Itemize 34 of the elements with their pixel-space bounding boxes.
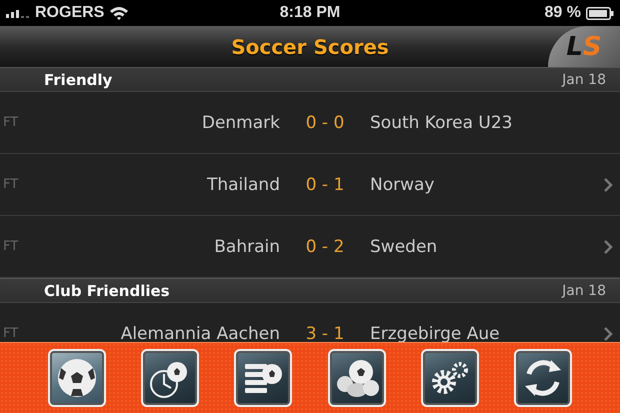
match-status: FT bbox=[2, 239, 20, 254]
match-status: FT bbox=[2, 177, 20, 192]
battery-icon bbox=[586, 6, 614, 20]
match-score: 0 - 0 bbox=[304, 112, 346, 132]
gears-tab[interactable] bbox=[422, 350, 478, 406]
screen-title: Soccer Scores bbox=[231, 34, 389, 58]
league-name: Friendly bbox=[44, 70, 112, 88]
wifi-icon bbox=[109, 6, 130, 20]
home-team: Denmark bbox=[200, 112, 280, 132]
app-logo: LS bbox=[548, 26, 620, 67]
home-team: Alemannia Aachen bbox=[120, 324, 280, 342]
carrier-name: ROGERS bbox=[35, 4, 104, 22]
clock-time: 8:18 PM bbox=[280, 4, 340, 22]
balls-tab[interactable] bbox=[328, 350, 385, 406]
home-team: Thailand bbox=[206, 174, 280, 194]
signal-icon bbox=[6, 8, 30, 18]
section-date: Jan 18 bbox=[562, 282, 606, 298]
match-score: 3 - 1 bbox=[304, 324, 346, 342]
match-status: FT bbox=[2, 115, 20, 130]
away-team: Erzgebirge Aue bbox=[370, 324, 501, 342]
ball-tab[interactable] bbox=[48, 350, 105, 406]
match-score: 0 - 1 bbox=[304, 174, 346, 194]
refresh-tab[interactable] bbox=[515, 350, 572, 406]
match-status: FT bbox=[2, 326, 20, 341]
section-date: Jan 18 bbox=[562, 72, 606, 88]
league-name: Club Friendlies bbox=[44, 282, 170, 300]
match-score: 0 - 2 bbox=[304, 236, 346, 256]
away-team: South Korea U23 bbox=[370, 112, 514, 132]
home-team: Bahrain bbox=[213, 236, 280, 256]
clock-tab[interactable] bbox=[142, 350, 198, 406]
battery-percent: 89 % bbox=[544, 4, 581, 22]
away-team: Sweden bbox=[370, 236, 438, 256]
list-tab[interactable] bbox=[235, 350, 292, 406]
away-team: Norway bbox=[370, 174, 436, 194]
